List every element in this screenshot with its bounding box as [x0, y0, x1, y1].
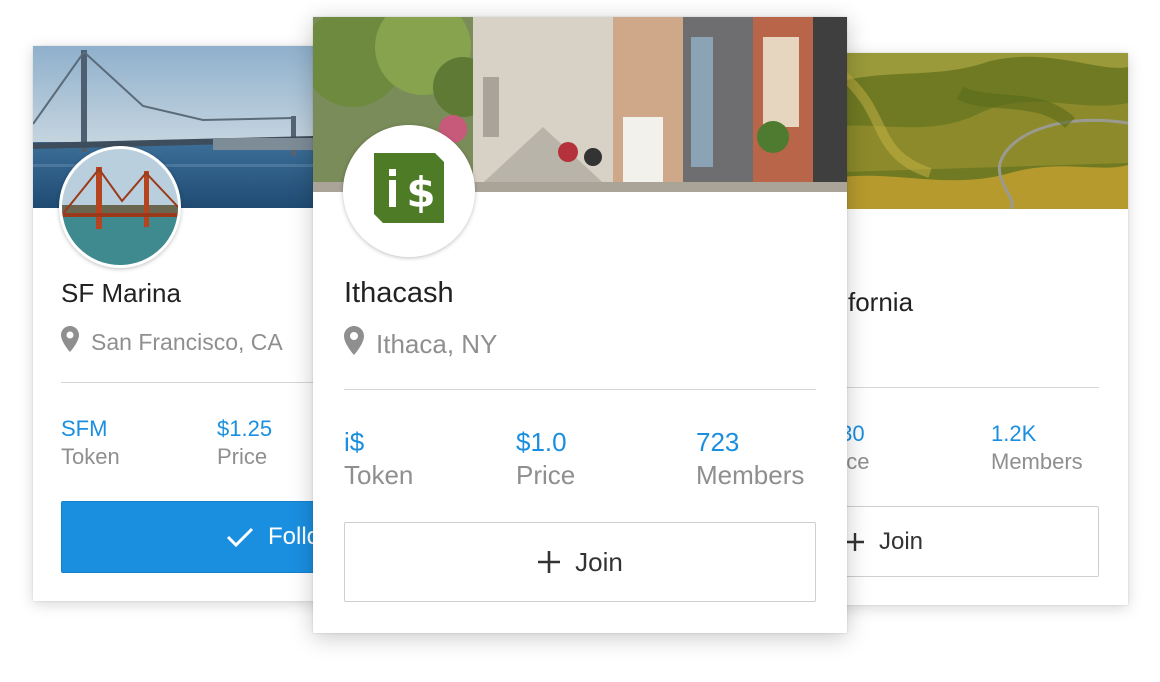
- stat-members: 723 Members: [696, 427, 804, 491]
- stat-value: $1.25: [217, 416, 273, 441]
- stat-members: 1.2K Members: [991, 421, 1083, 475]
- stat-value: SFM: [61, 416, 108, 441]
- stat-token: SFM Token: [61, 416, 120, 470]
- community-card-ithacash[interactable]: $ Ithacash Ithaca, NY i$ Token $1.0 Pric…: [313, 17, 847, 633]
- ithacash-logo: $: [343, 125, 475, 257]
- join-button[interactable]: Join: [344, 522, 816, 602]
- map-pin-icon: [61, 326, 79, 358]
- svg-text:$: $: [406, 168, 435, 217]
- stat-price: $1.25 Price: [217, 416, 272, 470]
- community-card-sf-marina[interactable]: SF Marina San Francisco, CA SFM Token $1…: [33, 46, 353, 601]
- stat-value: $1.0: [516, 427, 567, 457]
- plus-icon: [537, 550, 561, 574]
- stat-label: Token: [61, 444, 120, 469]
- stat-label: Members: [991, 449, 1083, 474]
- banner-image-green-hills: [810, 53, 1128, 209]
- stat-value: i$: [344, 427, 365, 457]
- location-text: San Francisco, CA: [91, 328, 283, 355]
- community-name[interactable]: SF Marina: [61, 278, 181, 309]
- stat-label: Members: [696, 460, 805, 490]
- divider: [61, 382, 353, 383]
- join-button-label: Join: [879, 527, 924, 555]
- stat-token: i$ Token: [344, 427, 413, 491]
- stat-label: Price: [516, 460, 576, 490]
- community-card-california[interactable]: fornia .30 rice 1.2K Members Join: [810, 53, 1128, 605]
- location: Ithaca, NY: [344, 326, 497, 362]
- stat-value: 723: [696, 427, 740, 457]
- map-pin-icon: [344, 326, 364, 362]
- stat-value: 1.2K: [991, 421, 1037, 446]
- stat-label: Token: [344, 460, 414, 490]
- stat-price: $1.0 Price: [516, 427, 575, 491]
- location: San Francisco, CA: [61, 326, 283, 358]
- plus-icon: [845, 532, 865, 552]
- follow-button[interactable]: Follow: [61, 501, 353, 573]
- community-name[interactable]: Ithacash: [344, 277, 454, 310]
- community-name[interactable]: fornia: [848, 287, 913, 318]
- join-button-label: Join: [575, 546, 623, 577]
- join-button[interactable]: Join: [810, 506, 1099, 577]
- check-icon: [226, 526, 254, 548]
- location-text: Ithaca, NY: [376, 328, 498, 359]
- divider: [810, 387, 1099, 388]
- avatar-golden-gate: [59, 146, 181, 268]
- stat-label: Price: [217, 444, 268, 469]
- divider: [344, 389, 816, 390]
